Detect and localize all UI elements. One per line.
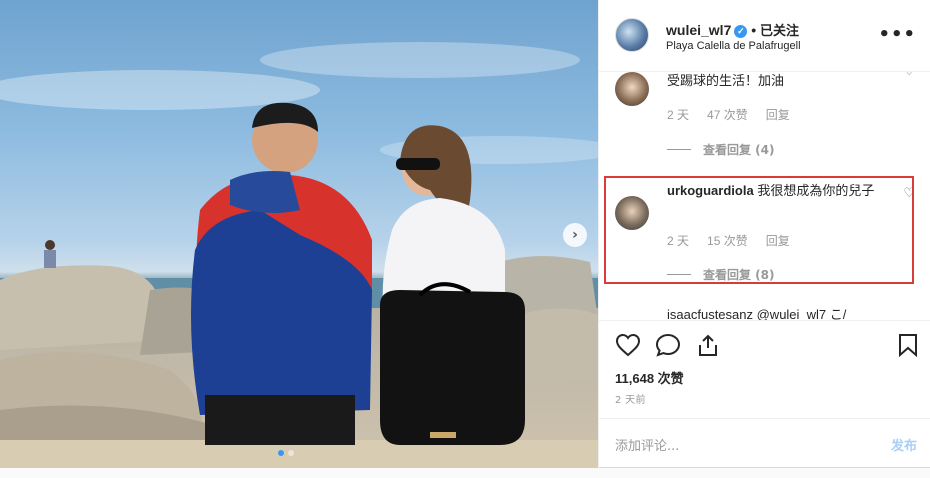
commenter-avatar[interactable] [615, 196, 649, 230]
comment-age: 2 天 [667, 108, 690, 122]
post-time[interactable]: 2 天前 [615, 391, 646, 406]
reply-button[interactable]: 回复 [766, 106, 790, 123]
comment-age: 2 天 [667, 234, 690, 248]
commenter-avatar[interactable] [615, 72, 649, 106]
comment-body: 我很想成為你的兒子 [757, 183, 875, 198]
carousel-dot [278, 450, 284, 456]
comments-list[interactable]: 受踢球的生活！加油 ♡ 2 天 47 次赞 回复 查看回复 (4) urkogu… [599, 72, 930, 320]
post-location[interactable]: Playa Calella de Palafrugell [666, 40, 801, 52]
action-icons [615, 333, 721, 357]
comment-text: 受踢球的生活！加油 [667, 73, 785, 88]
post-photo[interactable]: › [0, 0, 598, 468]
bookmark-icon[interactable] [897, 333, 919, 357]
comment-input[interactable]: 添加评论... [615, 435, 679, 454]
follow-status[interactable]: 已关注 [760, 23, 799, 38]
heart-icon[interactable] [615, 333, 641, 357]
view-replies-label: 查看回复 (4) [703, 143, 775, 157]
carousel-dot [288, 450, 294, 456]
comment-text: urkoguardiola 我很想成為你的兒子 [667, 182, 887, 200]
comment-likes[interactable]: 47 次赞 [707, 106, 748, 123]
divider-line [667, 274, 691, 275]
next-photo-button[interactable]: › [563, 223, 587, 247]
post-comment-button[interactable]: 发布 [891, 435, 917, 454]
commenter-username[interactable]: urkoguardiola [667, 183, 754, 198]
post-actions: 11,648 次赞 2 天前 [599, 320, 930, 418]
post-header: wulei_wl7 ✓ • 已关注 Playa Calella de Palafr… [599, 0, 930, 72]
author-username[interactable]: wulei_wl7 [666, 22, 731, 38]
post-side-panel: wulei_wl7 ✓ • 已关注 Playa Calella de Palafr… [598, 0, 930, 468]
comment-meta: 2 天 15 次赞 回复 [667, 232, 790, 249]
photo-illustration [0, 42, 598, 468]
reply-button[interactable]: 回复 [766, 232, 790, 249]
view-replies-button[interactable]: 查看回复 (8) [667, 266, 775, 283]
comment-text-partial: isaacfustesanz @wulei_wl7 こ/ [667, 307, 847, 320]
share-icon[interactable] [695, 333, 721, 357]
comment-likes[interactable]: 15 次赞 [707, 232, 748, 249]
divider-line [667, 149, 691, 150]
more-options-icon[interactable]: ••• [878, 24, 916, 45]
view-replies-label: 查看回复 (8) [703, 268, 775, 282]
author-line: wulei_wl7 ✓ • 已关注 [666, 20, 799, 39]
comment-bubble-icon[interactable] [655, 333, 681, 357]
author-avatar[interactable] [615, 18, 649, 52]
verified-check-icon: ✓ [734, 24, 748, 38]
comment-composer: 添加评论... 发布 [599, 418, 930, 468]
comment-meta: 2 天 47 次赞 回复 [667, 106, 790, 123]
heart-icon[interactable]: ♡ [903, 186, 915, 201]
carousel-dots [278, 450, 294, 456]
instagram-post: › wulei_wl7 ✓ • 已关注 Playa Calella de Pala… [0, 0, 930, 468]
heart-icon[interactable]: ♡ [903, 72, 915, 79]
separator: • [751, 22, 757, 38]
likes-count[interactable]: 11,648 次赞 [615, 368, 684, 387]
view-replies-button[interactable]: 查看回复 (4) [667, 141, 775, 158]
